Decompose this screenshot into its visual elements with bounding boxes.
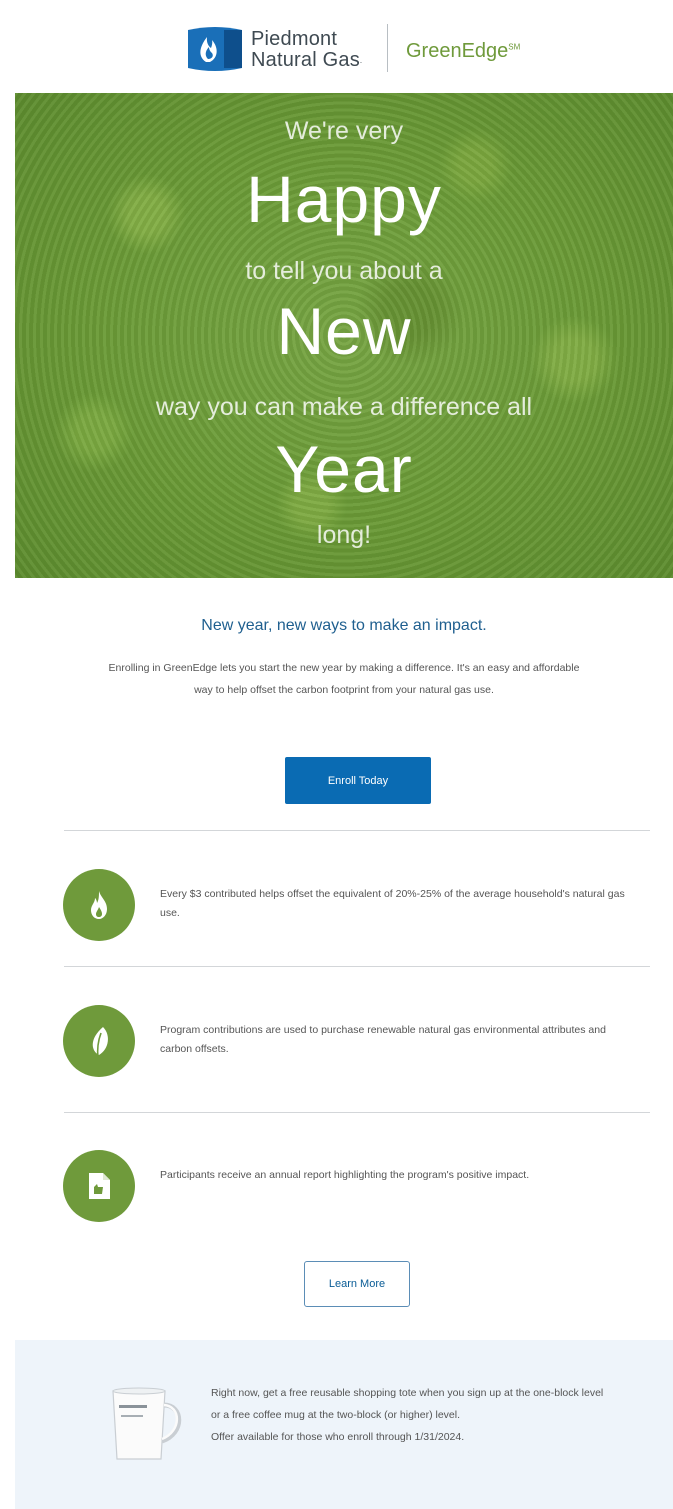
- divider: [64, 1112, 650, 1113]
- email-container: Piedmont Natural Gas. GreenEdgeSM We're …: [15, 0, 673, 1509]
- offer-panel: Right now, get a free reusable shopping …: [15, 1340, 673, 1509]
- feature-text: Every $3 contributed helps offset the eq…: [160, 888, 625, 919]
- enroll-today-button[interactable]: Enroll Today: [285, 757, 431, 804]
- intro-paragraph: Enrolling in GreenEdge lets you start th…: [108, 662, 580, 696]
- company-name: Piedmont Natural Gas.: [251, 28, 363, 71]
- hero-banner: We're very Happy to tell you about a New…: [15, 93, 673, 578]
- hero-line-1: We're very: [284, 117, 404, 145]
- hero-line-7: long!: [316, 521, 372, 549]
- email-header: Piedmont Natural Gas. GreenEdgeSM: [15, 0, 673, 93]
- hero-line-new: New: [276, 294, 412, 368]
- divider: [64, 830, 650, 831]
- program-logo: GreenEdgeSM: [406, 40, 521, 62]
- feature-icon-circle: [63, 869, 135, 941]
- coffee-mug-icon: [112, 1387, 182, 1460]
- divider: [64, 966, 650, 967]
- feature-row: Program contributions are used to purcha…: [63, 1005, 663, 1077]
- feature-row: Participants receive an annual report hi…: [63, 1150, 663, 1222]
- feature-icon-circle: [63, 1005, 135, 1077]
- header-divider: [387, 24, 388, 72]
- feature-row: Every $3 contributed helps offset the eq…: [63, 869, 663, 941]
- leaf-icon: [92, 1027, 108, 1059]
- offer-line: Right now, get a free reusable shopping …: [211, 1387, 604, 1421]
- offer-deadline: Offer available for those who enroll thr…: [211, 1431, 465, 1443]
- hero-line-3: to tell you about a: [245, 257, 443, 285]
- offer-text: Right now, get a free reusable shopping …: [211, 1382, 611, 1448]
- feature-icon-circle: [63, 1150, 135, 1222]
- hero-line-happy: Happy: [246, 162, 442, 236]
- section-headline: New year, new ways to make an impact.: [201, 617, 487, 634]
- piedmont-logo-icon: [188, 27, 242, 71]
- flame-icon: [91, 891, 107, 919]
- document-icon: [89, 1173, 110, 1199]
- learn-more-button[interactable]: Learn More: [304, 1261, 410, 1307]
- hero-line-5: way you can make a difference all: [155, 393, 533, 421]
- hero-line-year: Year: [275, 432, 413, 506]
- feature-text: Program contributions are used to purcha…: [160, 1024, 606, 1055]
- feature-text: Participants receive an annual report hi…: [160, 1169, 530, 1181]
